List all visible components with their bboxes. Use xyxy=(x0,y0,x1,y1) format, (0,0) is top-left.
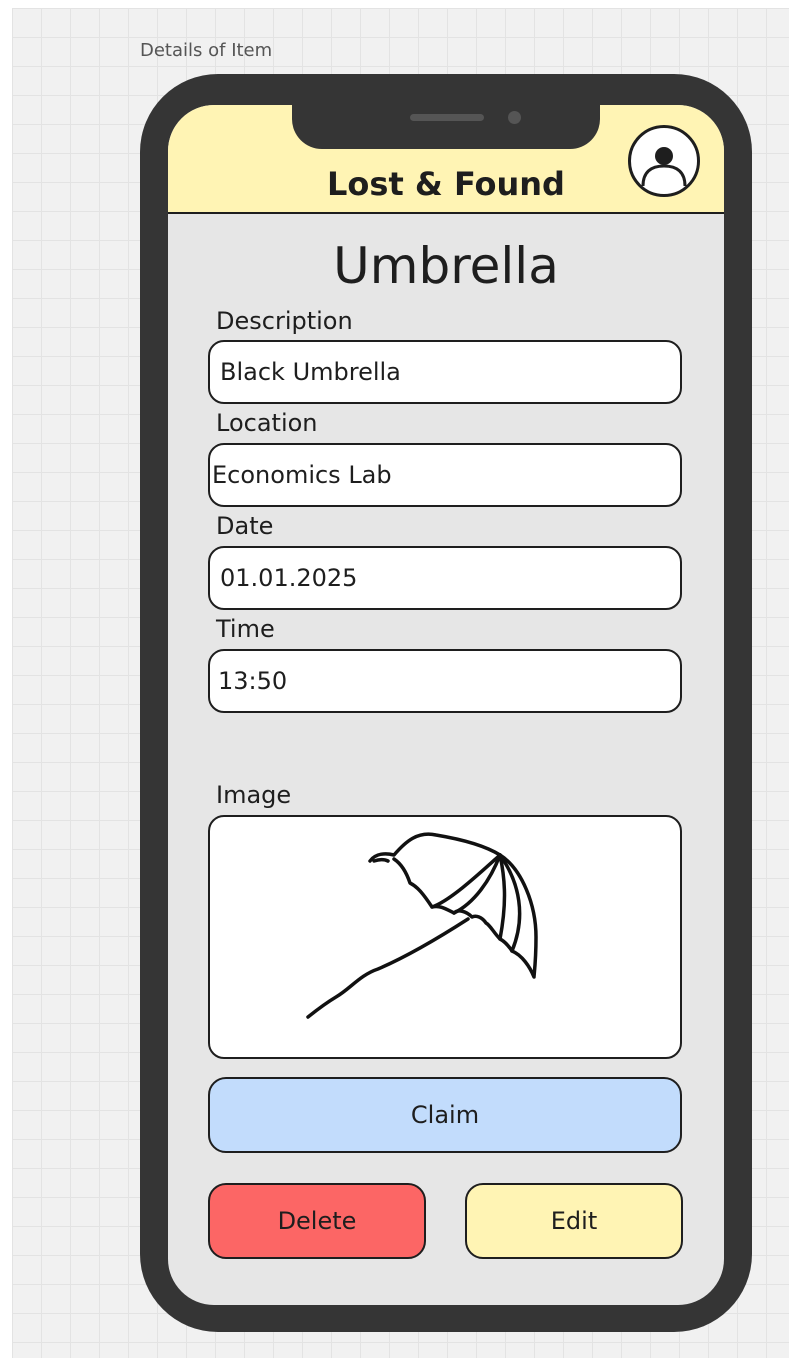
user-avatar-icon xyxy=(641,147,687,187)
front-camera xyxy=(508,111,521,124)
description-label: Description xyxy=(216,307,353,335)
time-label: Time xyxy=(216,615,275,643)
time-field[interactable] xyxy=(208,649,682,713)
location-field[interactable] xyxy=(208,443,682,507)
date-label: Date xyxy=(216,512,274,540)
profile-button[interactable] xyxy=(628,125,700,197)
item-title: Umbrella xyxy=(333,237,559,295)
description-field[interactable] xyxy=(208,340,682,404)
phone-notch xyxy=(292,95,600,149)
claim-button[interactable]: Claim xyxy=(208,1077,682,1153)
item-image xyxy=(208,815,682,1059)
edit-button[interactable]: Edit xyxy=(465,1183,683,1259)
location-label: Location xyxy=(216,409,318,437)
umbrella-sketch-icon xyxy=(306,832,538,1019)
date-field[interactable] xyxy=(208,546,682,610)
speaker-grille xyxy=(410,114,484,121)
delete-button[interactable]: Delete xyxy=(208,1183,426,1259)
frame-label: Details of Item xyxy=(140,40,273,61)
image-label: Image xyxy=(216,781,292,809)
phone-screen: Lost & Found Umbrella Description Locati… xyxy=(168,105,724,1305)
